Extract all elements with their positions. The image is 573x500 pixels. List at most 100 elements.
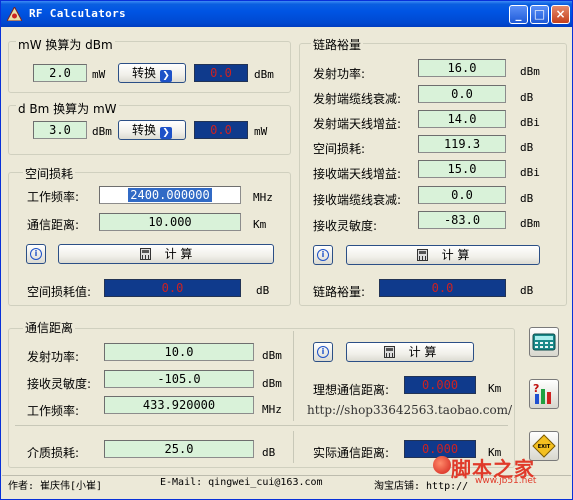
link-margin-calc-button[interactable]: 计 算 [346,245,540,265]
comm-ideal-unit: Km [488,382,502,395]
watermark-url: www.jb51.net [475,476,537,486]
link-margin-result-label: 链路裕量: [313,285,366,299]
comm-freq-unit: MHz [262,403,282,416]
maximize-button[interactable]: □ [530,5,549,24]
mw-to-dbm-header: mW 换算为 dBm [16,36,115,53]
space-loss-freq-value: 2400.000000 [128,188,212,202]
comm-medium-label: 介质损耗: [27,446,80,460]
mw-output-unit: mW [254,125,268,138]
link-rx-sens-label: 接收灵敏度: [313,219,378,233]
space-loss-dist-label: 通信距离: [27,218,80,232]
link-space-loss-label: 空间损耗: [313,142,366,156]
close-icon: × [555,7,566,21]
status-author: 作者: 崔庆伟[小崔] [8,481,103,492]
watermark-logo [433,456,451,474]
comm-calc-button[interactable]: 计 算 [346,342,474,362]
mw-convert-button[interactable]: 转换 ❯ [118,63,186,83]
maximize-icon: □ [533,7,546,21]
dbm-convert-button[interactable]: 转换 ❯ [118,120,186,140]
link-rx-sens-field[interactable]: -83.0 [418,211,506,229]
comm-tx-unit: dBm [262,349,282,362]
comm-medium-field[interactable]: 25.0 [104,440,254,458]
dbm-convert-label: 转换 [131,123,156,137]
dbm-output-field: 0.0 [194,64,248,82]
exit-label: EXIT [538,444,551,450]
link-margin-calc-label: 计 算 [441,248,470,262]
space-loss-dist-unit: Km [253,218,267,231]
link-space-loss-field[interactable]: 119.3 [418,135,506,153]
mw-input-unit: mW [92,68,106,81]
link-margin-header: 链路裕量 [311,36,364,53]
chart-tool-button[interactable]: ? [529,379,559,409]
link-rx-antenna-field[interactable]: 15.0 [418,160,506,178]
link-tx-power-field[interactable]: 16.0 [418,59,506,77]
info-icon: i [317,346,329,358]
link-margin-help-button[interactable]: i [313,245,333,265]
space-loss-calc-label: 计 算 [164,247,193,261]
arrow-right-icon: ❯ [160,127,172,139]
space-loss-header: 空间损耗 [23,165,76,182]
link-rx-antenna-label: 接收端天线增益: [313,167,402,181]
comm-sens-unit: dBm [262,377,282,390]
comm-sens-field[interactable]: -105.0 [104,370,254,388]
dbm-input-field[interactable]: 3.0 [33,121,87,139]
chart-icon: ? [533,382,551,404]
comm-tx-label: 发射功率: [27,350,80,364]
comm-divider [293,331,294,421]
comm-tx-field[interactable]: 10.0 [104,343,254,361]
comm-medium-unit: dB [262,446,276,459]
info-icon: i [317,249,329,261]
mw-output-field: 0.0 [194,121,248,139]
mw-convert-label: 转换 [131,66,156,80]
link-margin-result-unit: dB [520,284,534,297]
comm-divider-bottom [293,431,294,463]
comm-sens-label: 接收灵敏度: [27,377,92,391]
comm-separator [15,425,508,426]
space-loss-result-field: 0.0 [104,279,241,297]
space-loss-result-unit: dB [256,284,270,297]
link-tx-antenna-label: 发射端天线增益: [313,117,402,131]
dbm-output-unit: dBm [254,68,274,81]
calculator-icon [383,346,395,358]
space-loss-freq-field[interactable]: 2400.000000 [99,186,241,204]
link-rx-cable-field[interactable]: 0.0 [418,186,506,204]
link-tx-power-unit: dBm [520,65,540,78]
comm-distance-header: 通信距离 [23,319,76,336]
calculator-icon [416,249,428,261]
link-rx-antenna-unit: dBi [520,166,540,179]
space-loss-freq-unit: MHz [253,191,273,204]
link-space-loss-unit: dB [520,141,534,154]
dbm-input-unit: dBm [92,125,112,138]
comm-help-button[interactable]: i [313,342,333,362]
space-loss-freq-label: 工作频率: [27,190,80,204]
space-loss-help-button[interactable]: i [26,244,46,264]
status-email: E-Mail: qingwei_cui@163.com [160,477,323,488]
comm-calc-label: 计 算 [408,345,437,359]
minimize-button[interactable]: _ [509,5,528,24]
info-icon: i [30,248,42,260]
link-tx-cable-label: 发射端缆线衰减: [313,92,402,106]
svg-text:?: ? [533,382,539,395]
link-tx-cable-unit: dB [520,91,534,104]
link-margin-result-field: 0.0 [379,279,506,297]
link-tx-antenna-field[interactable]: 14.0 [418,110,506,128]
space-loss-dist-field[interactable]: 10.000 [99,213,241,231]
calculator-tool-button[interactable] [529,327,559,357]
close-button[interactable]: × [551,5,570,24]
window-title: RF Calculators [29,7,126,20]
link-rx-cable-unit: dB [520,192,534,205]
calculator-icon [532,333,556,351]
comm-freq-label: 工作频率: [27,404,80,418]
space-loss-calc-button[interactable]: 计 算 [58,244,274,264]
shop-link[interactable]: http://shop33642563.taobao.com/ [307,403,512,417]
comm-ideal-field: 0.000 [404,376,476,394]
mw-input-field[interactable]: 2.0 [33,64,87,82]
comm-freq-field[interactable]: 433.920000 [104,396,254,414]
link-tx-cable-field[interactable]: 0.0 [418,85,506,103]
app-logo-icon [7,7,22,21]
link-tx-antenna-unit: dBi [520,116,540,129]
dbm-to-mw-header: d Bm 换算为 mW [16,100,119,117]
comm-ideal-label: 理想通信距离: [313,383,390,397]
app-window: RF Calculators _ □ × mW 换算为 dBm 2.0 mW 转… [0,0,573,500]
title-bar: RF Calculators _ □ × [1,1,572,27]
